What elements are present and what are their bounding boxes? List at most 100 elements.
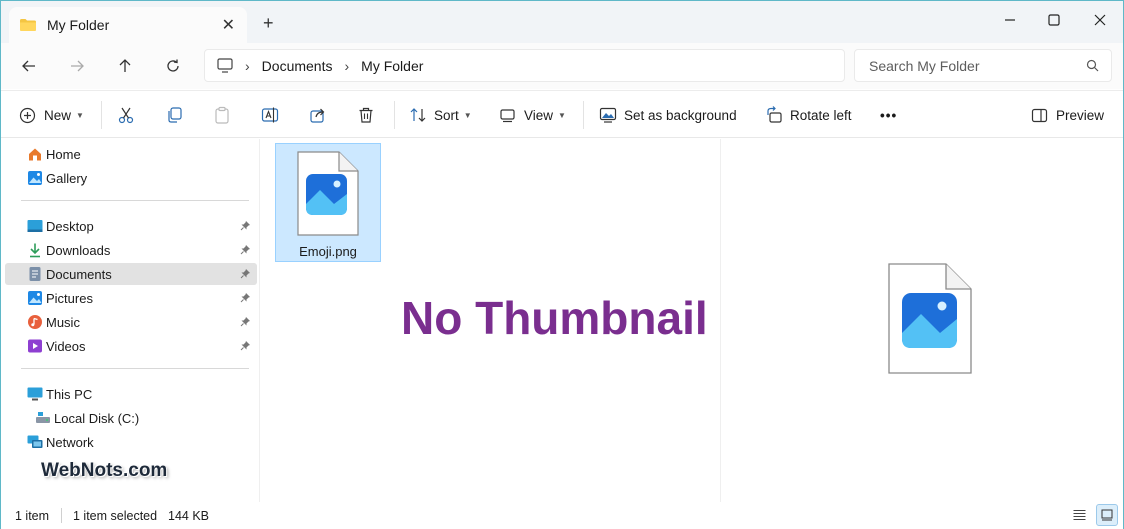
chevron-down-icon: ▼ [76,110,84,120]
rotate-left-icon [767,106,782,123]
minimize-button[interactable] [987,5,1033,35]
view-icon [500,108,515,122]
local-disk-icon [36,412,50,423]
sidebar-item-label: Home [46,146,81,162]
large-icons-view-button[interactable] [1096,504,1118,526]
tab-title: My Folder [47,17,110,33]
search-box[interactable]: Search My Folder [854,49,1112,82]
forward-button[interactable] [63,53,91,79]
sidebar-item-this-pc[interactable]: This PC [5,383,257,405]
clipboard-icon [215,106,229,124]
minimize-icon [1005,19,1015,21]
pane-divider[interactable] [259,139,260,502]
arrow-up-icon [119,59,131,72]
tab-my-folder[interactable]: My Folder ✕ [9,7,247,43]
music-icon [28,315,42,329]
tab-close-icon[interactable]: ✕ [222,15,235,35]
address-bar[interactable]: › Documents › My Folder [204,49,845,82]
refresh-icon [167,59,179,72]
sort-label: Sort [434,107,459,123]
preview-pane-button[interactable]: Preview [1031,103,1104,127]
more-options-button[interactable]: ••• [880,103,897,127]
up-button[interactable] [111,53,139,79]
pin-icon[interactable] [240,316,251,327]
view-button[interactable]: View ▼ [499,103,566,127]
set-as-background-button[interactable]: Set as background [599,103,737,127]
file-explorer-window: My Folder ✕ + › Documents › My Folder Se… [0,0,1124,529]
navigation-pane: Home Gallery Desktop Downloads Documents… [1,139,259,502]
wallpaper-icon [599,107,617,123]
sidebar-item-local-disk[interactable]: Local Disk (C:) [5,407,257,429]
sidebar-item-label: Pictures [46,290,93,306]
image-file-icon [297,151,359,236]
sort-button[interactable]: Sort ▼ [409,103,472,127]
details-view-icon [1073,510,1085,520]
cut-button[interactable] [117,103,135,127]
watermark-logo: WebNots.com [41,460,168,481]
sidebar-item-desktop[interactable]: Desktop [5,215,257,237]
pin-icon[interactable] [240,340,251,351]
copy-button[interactable] [165,103,183,127]
search-placeholder: Search My Folder [869,57,980,74]
rename-icon [261,107,279,123]
scissors-icon [118,107,134,124]
item-count: 1 item [15,509,50,523]
preview-label: Preview [1056,107,1105,123]
paste-button[interactable] [213,103,231,127]
refresh-button[interactable] [159,53,187,79]
rotate-left-button[interactable]: Rotate left [765,103,852,127]
more-icon: ••• [880,107,898,123]
title-bar: My Folder ✕ + [1,1,1123,43]
preview-pane-icon [1031,108,1048,122]
command-separator [583,101,584,129]
rename-button[interactable] [261,103,279,127]
navigation-row: › Documents › My Folder Search My Folder [1,43,1123,89]
sidebar-item-label: Gallery [46,170,88,186]
delete-button[interactable] [357,103,375,127]
pin-icon[interactable] [240,268,251,279]
sidebar-item-gallery[interactable]: Gallery [5,167,257,189]
details-view-button[interactable] [1068,504,1090,526]
network-icon [27,435,43,448]
sidebar-item-home[interactable]: Home [5,143,257,165]
pin-icon[interactable] [240,244,251,255]
sidebar-item-documents[interactable]: Documents [5,263,257,285]
search-icon [1086,59,1099,72]
sidebar-item-downloads[interactable]: Downloads [5,239,257,261]
sidebar-item-label: Videos [46,338,86,354]
share-icon [310,108,325,123]
sidebar-item-music[interactable]: Music [5,311,257,333]
command-bar: New ▼ Sort ▼ View ▼ Set as background Ro… [1,90,1123,138]
close-icon [1094,14,1106,26]
breadcrumb-documents[interactable]: Documents [262,58,333,74]
downloads-icon [30,243,40,258]
breadcrumb-separator: › [344,57,350,74]
new-button[interactable]: New ▼ [19,103,84,127]
close-window-button[interactable] [1077,5,1123,35]
gallery-icon [28,171,42,185]
sidebar-item-network[interactable]: Network [5,431,257,453]
pin-icon[interactable] [240,220,251,231]
preview-file-icon [888,263,972,374]
back-button[interactable] [15,53,43,79]
folder-icon [20,19,36,31]
sidebar-divider [21,200,249,201]
documents-icon [29,267,41,281]
maximize-button[interactable] [1031,5,1077,35]
breadcrumb-my-folder[interactable]: My Folder [361,58,423,74]
pin-icon[interactable] [240,292,251,303]
command-separator [101,101,102,129]
chevron-down-icon: ▼ [558,110,566,120]
file-item[interactable]: Emoji.png [275,143,381,262]
new-tab-button[interactable]: + [263,13,274,34]
maximize-icon [1048,14,1060,26]
sidebar-item-label: Music [46,314,80,330]
status-separator [61,508,62,523]
preview-pane-divider[interactable] [720,139,721,502]
sidebar-item-videos[interactable]: Videos [5,335,257,357]
share-button[interactable] [309,103,327,127]
thumbnail-view-icon [1101,509,1113,521]
sidebar-item-pictures[interactable]: Pictures [5,287,257,309]
overlay-caption: No Thumbnail [401,292,708,344]
selection-size: 144 KB [168,509,210,523]
